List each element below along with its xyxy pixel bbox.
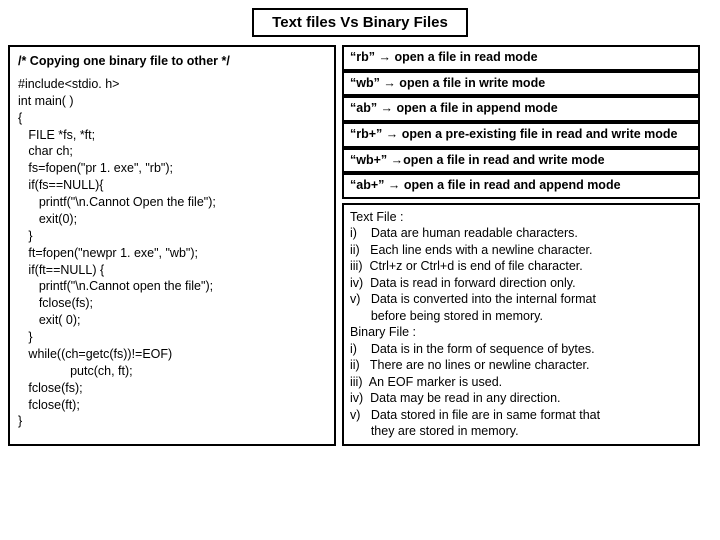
code-line: FILE *fs, *ft; [18, 127, 326, 144]
code-line: exit(0); [18, 211, 326, 228]
content-columns: /* Copying one binary file to other */ #… [8, 45, 712, 446]
code-line: fclose(fs); [18, 295, 326, 312]
code-line: if(ft==NULL) { [18, 262, 326, 279]
binary-file-item: iv) Data may be read in any direction. [350, 390, 692, 407]
text-file-item: iv) Data is read in forward direction on… [350, 275, 692, 292]
code-line: fclose(fs); [18, 380, 326, 397]
code-line: exit( 0); [18, 312, 326, 329]
text-file-item: i) Data are human readable characters. [350, 225, 692, 242]
code-line: } [18, 228, 326, 245]
code-line: { [18, 110, 326, 127]
notes-box: Text File : i) Data are human readable c… [342, 203, 700, 446]
file-mode-box: “rb” → open a file in read mode [342, 45, 700, 71]
code-line: while((ch=getc(fs))!=EOF) [18, 346, 326, 363]
code-line: ft=fopen("newpr 1. exe", "wb"); [18, 245, 326, 262]
code-line: #include<stdio. h> [18, 76, 326, 93]
file-mode-box: “ab+” → open a file in read and append m… [342, 173, 700, 199]
code-line: } [18, 329, 326, 346]
code-line: printf("\n.Cannot open the file"); [18, 278, 326, 295]
binary-file-item: v) Data stored in file are in same forma… [350, 407, 692, 424]
code-line: fclose(ft); [18, 397, 326, 414]
code-line: printf("\n.Cannot Open the file"); [18, 194, 326, 211]
code-heading: /* Copying one binary file to other */ [18, 53, 326, 70]
text-file-heading: Text File : [350, 209, 692, 226]
text-file-item: before being stored in memory. [350, 308, 692, 325]
code-line: fs=fopen("pr 1. exe", "rb"); [18, 160, 326, 177]
binary-file-heading: Binary File : [350, 324, 692, 341]
text-file-item: iii) Ctrl+z or Ctrl+d is end of file cha… [350, 258, 692, 275]
code-line: if(fs==NULL){ [18, 177, 326, 194]
code-body: #include<stdio. h>int main( ){ FILE *fs,… [18, 76, 326, 430]
text-file-item: ii) Each line ends with a newline charac… [350, 242, 692, 259]
binary-file-item: they are stored in memory. [350, 423, 692, 440]
code-line: } [18, 413, 326, 430]
code-line: putc(ch, ft); [18, 363, 326, 380]
file-mode-box: “wb” → open a file in write mode [342, 71, 700, 97]
right-panel: “rb” → open a file in read mode“wb” → op… [342, 45, 700, 446]
code-panel: /* Copying one binary file to other */ #… [8, 45, 336, 446]
file-mode-box: “rb+” → open a pre-existing file in read… [342, 122, 700, 148]
file-mode-box: “wb+” →open a file in read and write mod… [342, 148, 700, 174]
file-mode-box: “ab” → open a file in append mode [342, 96, 700, 122]
text-file-item: v) Data is converted into the internal f… [350, 291, 692, 308]
page-title: Text files Vs Binary Files [252, 8, 468, 37]
code-line: char ch; [18, 143, 326, 160]
code-line: int main( ) [18, 93, 326, 110]
binary-file-item: i) Data is in the form of sequence of by… [350, 341, 692, 358]
binary-file-item: iii) An EOF marker is used. [350, 374, 692, 391]
binary-file-item: ii) There are no lines or newline charac… [350, 357, 692, 374]
